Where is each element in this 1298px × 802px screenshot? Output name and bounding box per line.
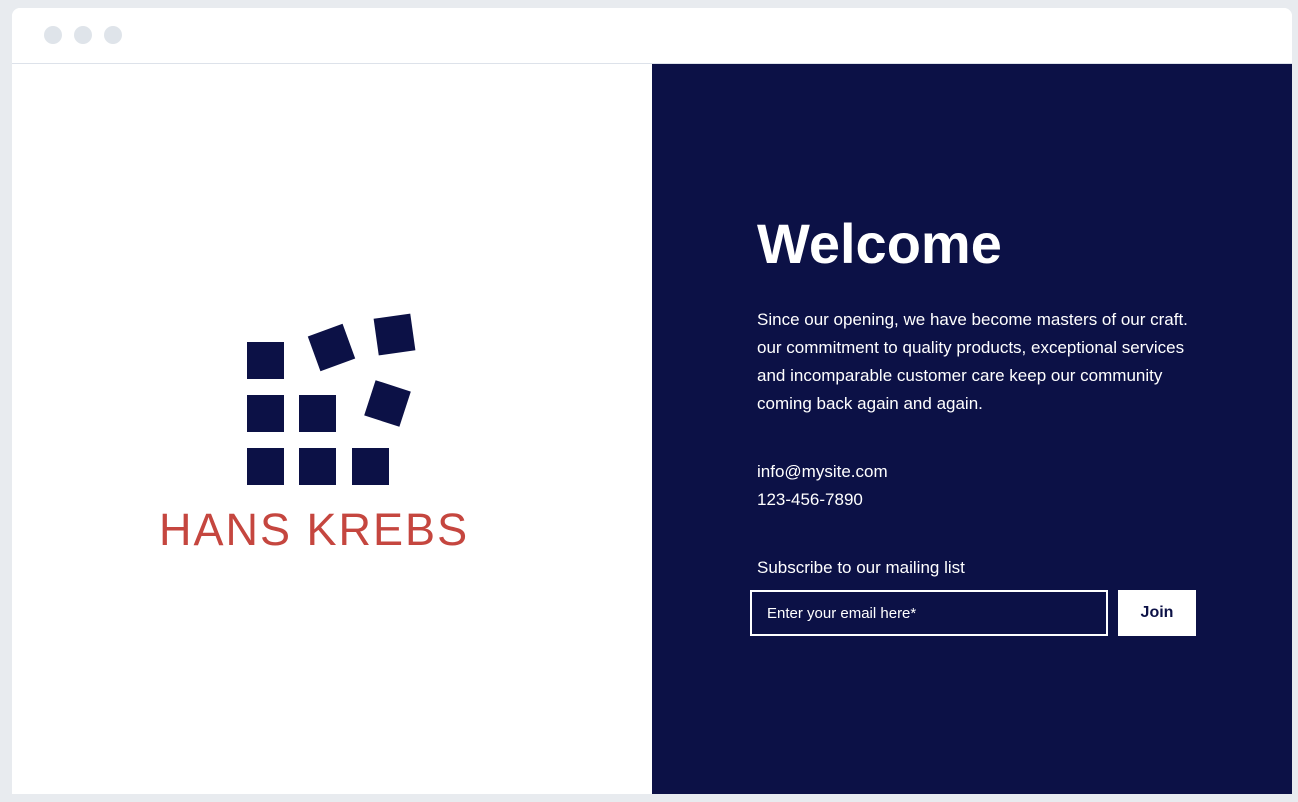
- contact-phone[interactable]: 123-456-7890: [757, 486, 888, 514]
- subscribe-label: Subscribe to our mailing list: [757, 558, 965, 577]
- intro-text: Since our opening, we have become master…: [757, 310, 1188, 413]
- contact-email[interactable]: info@mysite.com: [757, 458, 888, 486]
- welcome-panel: Welcome Since our opening, we have becom…: [652, 64, 1292, 794]
- email-input[interactable]: [750, 590, 1108, 636]
- brand-name: HANS KREBS: [159, 504, 470, 555]
- logo-panel: HANS KREBS: [12, 64, 652, 794]
- browser-window: HANS KREBS Welcome Since our opening, we…: [12, 8, 1292, 794]
- page-title: Welcome: [757, 212, 1002, 275]
- join-button[interactable]: Join: [1118, 590, 1196, 636]
- window-maximize-dot[interactable]: [104, 26, 122, 44]
- window-titlebar: [12, 8, 1292, 64]
- logo-icon: [247, 313, 416, 485]
- window-close-dot[interactable]: [44, 26, 62, 44]
- contact-info: info@mysite.com 123-456-7890: [757, 458, 888, 514]
- window-minimize-dot[interactable]: [74, 26, 92, 44]
